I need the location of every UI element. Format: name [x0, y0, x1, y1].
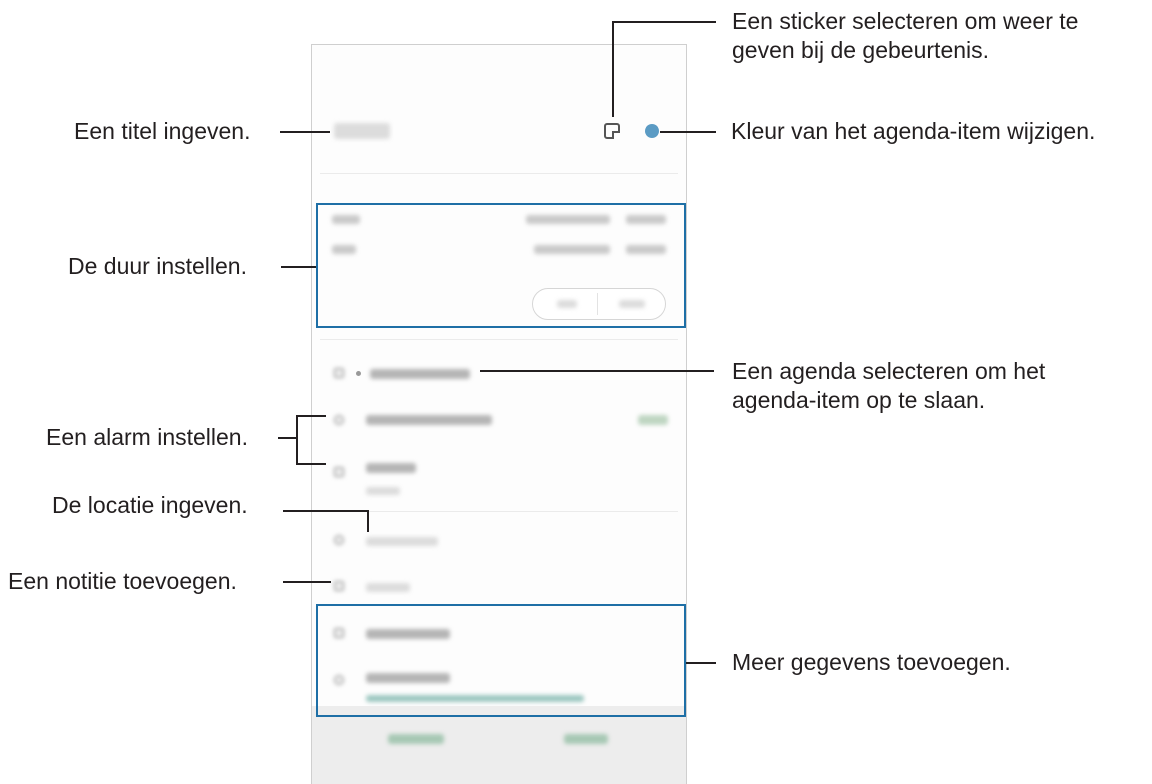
callout-alarm: Een alarm instellen. — [46, 424, 248, 450]
callout-color: Kleur van het agenda-item wijzigen. — [731, 118, 1096, 144]
repeat-icon — [334, 467, 344, 477]
callout-location: De locatie ingeven. — [52, 492, 248, 518]
save-button[interactable] — [564, 734, 608, 744]
calendar-icon — [334, 368, 344, 378]
callout-calendar: Een agenda selecteren om het agenda-item… — [732, 358, 1046, 413]
callout-sticker: Een sticker selecteren om weer te geven … — [732, 8, 1079, 63]
action-bar — [312, 706, 686, 784]
color-dot-icon[interactable] — [645, 124, 659, 138]
alarm-icon — [334, 415, 344, 425]
title-input[interactable] — [334, 123, 390, 139]
callout-title: Een titel ingeven. — [74, 118, 251, 144]
callout-note: Een notitie toevoegen. — [8, 568, 237, 594]
location-icon — [334, 535, 344, 545]
sticker-icon[interactable] — [604, 123, 620, 139]
callout-more: Meer gegevens toevoegen. — [732, 649, 1011, 675]
duration-highlight — [316, 203, 686, 328]
cancel-button[interactable] — [388, 734, 444, 744]
note-icon — [334, 581, 344, 591]
more-details-highlight — [316, 604, 686, 717]
callout-duration: De duur instellen. — [68, 253, 247, 279]
